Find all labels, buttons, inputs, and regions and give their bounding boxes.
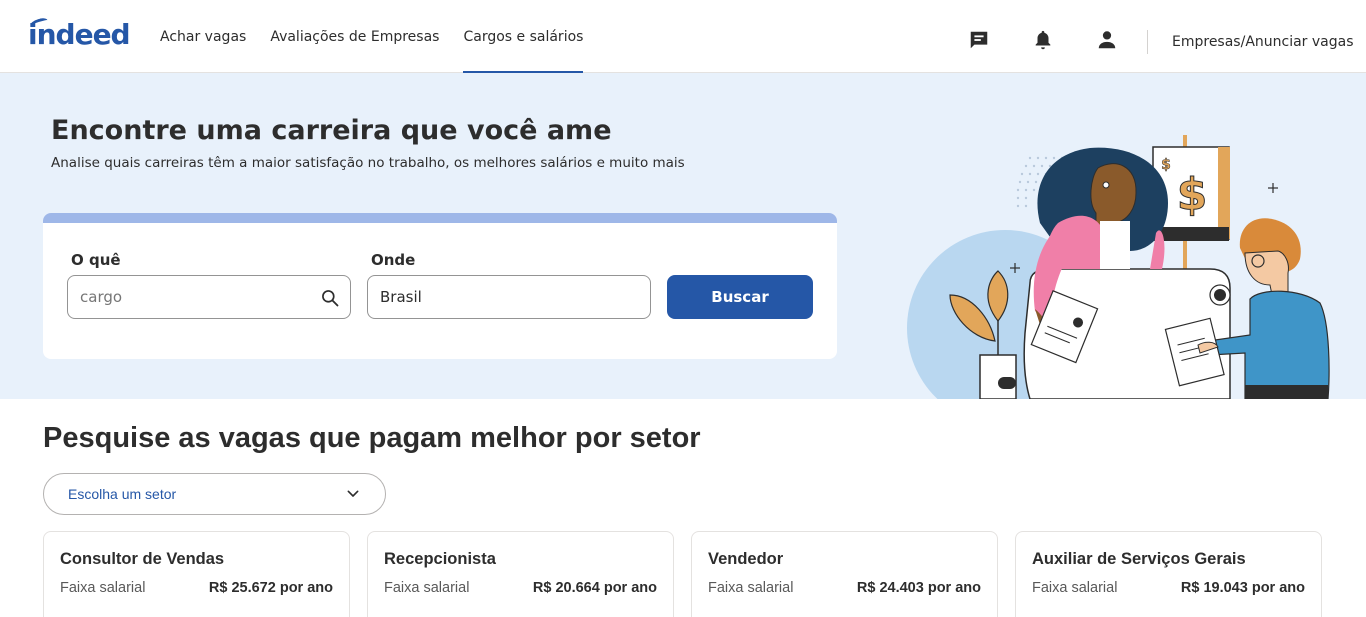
card-salary: R$ 19.043 por ano xyxy=(1180,580,1305,596)
svg-text:$: $ xyxy=(1177,169,1208,220)
salary-card[interactable]: Consultor de Vendas Faixa salarial R$ 25… xyxy=(43,531,350,617)
salary-cards: Consultor de Vendas Faixa salarial R$ 25… xyxy=(43,531,1323,617)
card-range-label: Faixa salarial xyxy=(60,580,146,596)
where-input[interactable] xyxy=(368,276,650,318)
hero-subtitle: Analise quais carreiras têm a maior sati… xyxy=(51,155,685,171)
chevron-down-icon xyxy=(347,490,359,497)
card-job-title[interactable]: Recepcionista xyxy=(384,550,496,569)
card-job-title[interactable]: Auxiliar de Serviços Gerais xyxy=(1032,550,1246,569)
notifications-icon[interactable] xyxy=(1031,28,1055,52)
career-illustration: $ $ xyxy=(907,135,1330,399)
where-field xyxy=(367,275,651,319)
messages-icon[interactable] xyxy=(967,28,991,52)
employers-link[interactable]: Empresas/Anunciar vagas xyxy=(1172,34,1354,50)
salary-card[interactable]: Auxiliar de Serviços Gerais Faixa salari… xyxy=(1015,531,1322,617)
hero-title: Encontre uma carreira que você ame xyxy=(51,115,612,146)
section-title: Pesquise as vagas que pagam melhor por s… xyxy=(43,422,701,454)
card-range-label: Faixa salarial xyxy=(1032,580,1118,596)
card-salary: R$ 24.403 por ano xyxy=(856,580,981,596)
svg-text:$: $ xyxy=(1161,157,1171,173)
search-button[interactable]: Buscar xyxy=(667,275,813,319)
search-card-topbar xyxy=(43,213,837,223)
sector-dropdown[interactable]: Escolha um setor xyxy=(43,473,386,515)
nav-achar-vagas[interactable]: Achar vagas xyxy=(148,0,258,73)
card-job-title[interactable]: Vendedor xyxy=(708,550,783,569)
indeed-logo[interactable]: indeed xyxy=(28,16,131,51)
main-nav: Achar vagas Avaliações de Empresas Cargo… xyxy=(148,0,595,73)
nav-avaliacoes-empresas[interactable]: Avaliações de Empresas xyxy=(258,0,451,73)
top-header: indeed Achar vagas Avaliações de Empresa… xyxy=(0,0,1366,73)
header-divider xyxy=(1147,30,1148,54)
search-card: O quê Onde Buscar xyxy=(43,213,837,359)
sector-dropdown-label: Escolha um setor xyxy=(68,486,177,502)
salary-card[interactable]: Recepcionista Faixa salarial R$ 20.664 p… xyxy=(367,531,674,617)
card-salary: R$ 20.664 por ano xyxy=(532,580,657,596)
where-label: Onde xyxy=(371,251,416,269)
account-icon[interactable] xyxy=(1095,28,1119,52)
what-input[interactable] xyxy=(68,276,350,318)
card-salary: R$ 25.672 por ano xyxy=(208,580,333,596)
hero-banner: Encontre uma carreira que você ame Anali… xyxy=(0,73,1366,399)
card-range-label: Faixa salarial xyxy=(384,580,470,596)
what-label: O quê xyxy=(71,251,121,269)
nav-cargos-salarios[interactable]: Cargos e salários xyxy=(451,0,595,73)
card-range-label: Faixa salarial xyxy=(708,580,794,596)
what-field xyxy=(67,275,351,319)
search-icon xyxy=(320,288,340,313)
salary-card[interactable]: Vendedor Faixa salarial R$ 24.403 por an… xyxy=(691,531,998,617)
card-job-title[interactable]: Consultor de Vendas xyxy=(60,550,224,569)
